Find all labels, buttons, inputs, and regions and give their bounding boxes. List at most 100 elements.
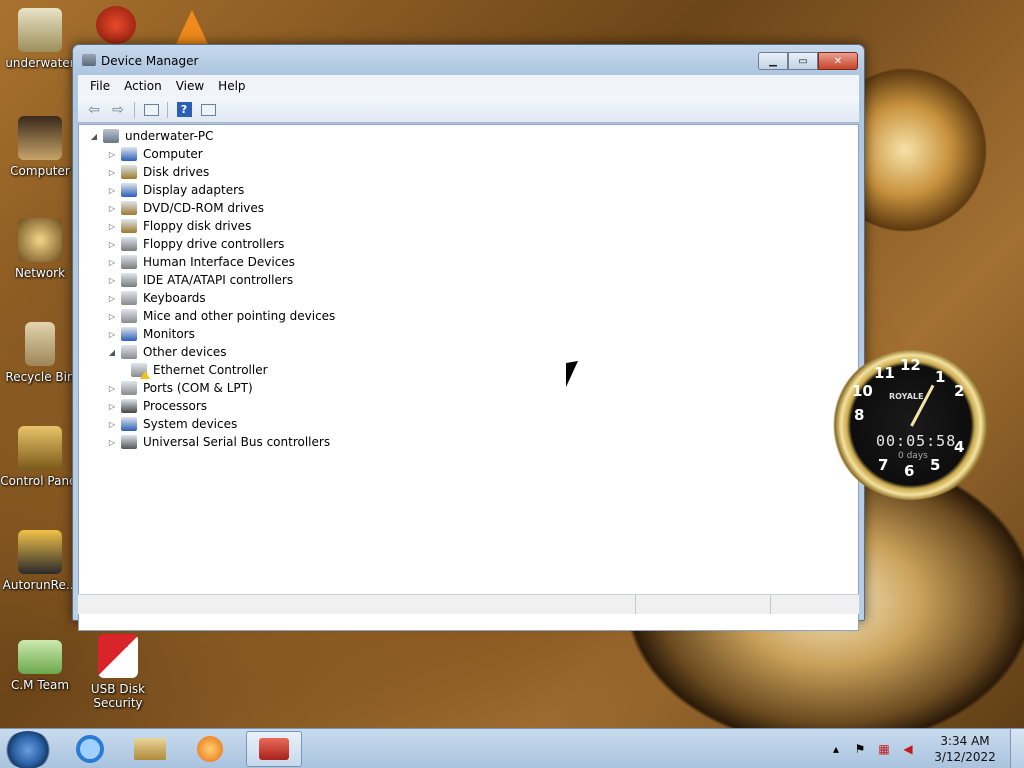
expand-icon[interactable]: ▷: [107, 438, 117, 447]
show-hidden-icons-button[interactable]: ▴: [827, 741, 845, 757]
desktop-icon-network[interactable]: Network: [0, 218, 80, 280]
maximize-icon: ▭: [798, 55, 808, 67]
back-button[interactable]: ⇦: [84, 101, 104, 119]
tree-item[interactable]: ▷ Universal Serial Bus controllers: [107, 433, 330, 451]
close-button[interactable]: ✕: [818, 52, 858, 70]
properties-icon: [143, 103, 159, 116]
system-icon: [121, 417, 137, 431]
clock-days: 0 days: [898, 451, 928, 461]
tree-item[interactable]: ▷ Processors: [107, 397, 207, 415]
toolbar-separator: [167, 101, 168, 118]
tree-item-label: Other devices: [143, 345, 227, 359]
tree-root-label: underwater-PC: [125, 129, 214, 143]
clock-numeral: 7: [878, 456, 889, 474]
expand-icon[interactable]: ▷: [107, 330, 117, 339]
action-center-icon[interactable]: ⚑: [851, 741, 869, 757]
tree-item[interactable]: ▷ Keyboards: [107, 289, 206, 307]
device-tree[interactable]: ◢ underwater-PC ▷ Computer ▷ Disk drives ▷ Di…: [78, 124, 859, 631]
ccleaner-icon[interactable]: [96, 6, 136, 44]
desktop-icon-underwater[interactable]: underwater: [0, 8, 80, 70]
tree-item[interactable]: ▷ Display adapters: [107, 181, 244, 199]
taskbar: ▴ ⚑ ▦ ◀ 3:34 AM 3/12/2022: [0, 728, 1024, 768]
tree-item-label: Floppy disk drives: [143, 219, 252, 233]
tree-root[interactable]: ◢ underwater-PC: [89, 127, 214, 145]
volume-muted-icon[interactable]: ◀: [899, 741, 917, 757]
recycle-bin-icon: [25, 322, 55, 366]
desktop-icon-computer[interactable]: Computer: [0, 116, 80, 178]
expand-icon[interactable]: ▷: [107, 204, 117, 213]
network-status-icon[interactable]: ▦: [875, 741, 893, 757]
menu-view[interactable]: View: [176, 79, 212, 93]
tree-item[interactable]: ▷ Human Interface Devices: [107, 253, 295, 271]
expand-icon[interactable]: ▷: [107, 384, 117, 393]
clock-gadget[interactable]: ROYALE 12 1 2 4 5 6 7 8 10 11 00:05:58 0…: [832, 350, 990, 500]
expand-icon[interactable]: ▷: [107, 402, 117, 411]
desktop-icon-control-panel[interactable]: Control Panel: [0, 426, 80, 488]
show-hidden-button[interactable]: [198, 101, 218, 119]
expand-icon[interactable]: ▷: [107, 294, 117, 303]
taskbar-internet-explorer[interactable]: [62, 731, 118, 767]
expand-icon[interactable]: ▷: [107, 312, 117, 321]
expand-icon[interactable]: ▷: [107, 168, 117, 177]
toolbar: ⇦ ⇨ ?: [78, 97, 859, 123]
taskbar-explorer[interactable]: [122, 731, 178, 767]
system-tray: ▴ ⚑ ▦ ◀ 3:34 AM 3/12/2022: [824, 729, 1024, 768]
port-icon: [121, 381, 137, 395]
tree-item-label: Ethernet Controller: [153, 363, 268, 377]
tree-item[interactable]: ▷ System devices: [107, 415, 237, 433]
tree-item-label: Keyboards: [143, 291, 206, 305]
tree-item[interactable]: ▷ Computer: [107, 145, 203, 163]
tree-item[interactable]: Ethernet Controller: [127, 361, 268, 379]
collapse-icon[interactable]: ◢: [89, 132, 99, 141]
internet-explorer-icon: [76, 735, 104, 763]
taskbar-device-manager[interactable]: [246, 731, 302, 767]
floppy-icon: [121, 219, 137, 233]
clock-hand-icon: [910, 384, 935, 427]
mouse-icon: [121, 309, 137, 323]
expand-icon[interactable]: ▷: [107, 258, 117, 267]
minimize-button[interactable]: ▁: [758, 52, 788, 70]
expand-icon[interactable]: ▷: [107, 420, 117, 429]
tree-item[interactable]: ▷ IDE ATA/ATAPI controllers: [107, 271, 293, 289]
menu-action[interactable]: Action: [124, 79, 170, 93]
vlc-icon[interactable]: [176, 10, 208, 44]
maximize-button[interactable]: ▭: [788, 52, 818, 70]
tree-item-label: IDE ATA/ATAPI controllers: [143, 273, 294, 287]
desktop-icon-cm-team[interactable]: C.M Team: [0, 640, 80, 692]
tree-item[interactable]: ▷ Floppy disk drives: [107, 217, 251, 235]
help-icon: ?: [176, 102, 192, 117]
display-icon: [121, 183, 137, 197]
start-button[interactable]: [4, 731, 52, 768]
clock-numeral: 5: [930, 456, 941, 474]
expand-icon[interactable]: ▷: [107, 186, 117, 195]
properties-button[interactable]: [141, 101, 161, 119]
expand-icon[interactable]: ▷: [107, 276, 117, 285]
expand-icon[interactable]: ▷: [107, 222, 117, 231]
tree-item[interactable]: ▷ Mice and other pointing devices: [107, 307, 335, 325]
expand-icon[interactable]: ▷: [107, 150, 117, 159]
device-manager-icon: [82, 54, 96, 66]
desktop-icon-autorun[interactable]: AutorunRe...: [0, 530, 80, 592]
title-bar[interactable]: Device Manager ▁ ▭ ✕: [73, 45, 864, 75]
show-desktop-button[interactable]: [1010, 729, 1024, 768]
shield-icon: [98, 634, 138, 678]
forward-button[interactable]: ⇨: [108, 101, 128, 119]
taskbar-clock[interactable]: 3:34 AM 3/12/2022: [920, 733, 1010, 765]
desktop-icon-usb-disk-security[interactable]: USB Disk Security: [78, 634, 158, 710]
tree-item[interactable]: ▷ DVD/CD-ROM drives: [107, 199, 264, 217]
collapse-icon[interactable]: ◢: [107, 348, 117, 357]
expand-icon[interactable]: ▷: [107, 240, 117, 249]
help-button[interactable]: ?: [174, 101, 194, 119]
device-manager-window[interactable]: Device Manager ▁ ▭ ✕ File Action View He…: [72, 44, 865, 631]
taskbar-media-player[interactable]: [182, 731, 238, 767]
menu-file[interactable]: File: [90, 79, 118, 93]
tree-item[interactable]: ▷ Disk drives: [107, 163, 209, 181]
tree-item[interactable]: ▷ Ports (COM & LPT): [107, 379, 253, 397]
desktop-icon-label: Recycle Bin: [5, 370, 75, 384]
tree-item[interactable]: ▷ Monitors: [107, 325, 195, 343]
desktop-icon-recycle-bin[interactable]: Recycle Bin: [0, 322, 80, 384]
desktop-icon-label: Computer: [10, 164, 70, 178]
tree-item[interactable]: ▷ Floppy drive controllers: [107, 235, 284, 253]
menu-help[interactable]: Help: [218, 79, 253, 93]
tree-item[interactable]: ◢ Other devices: [107, 343, 227, 361]
